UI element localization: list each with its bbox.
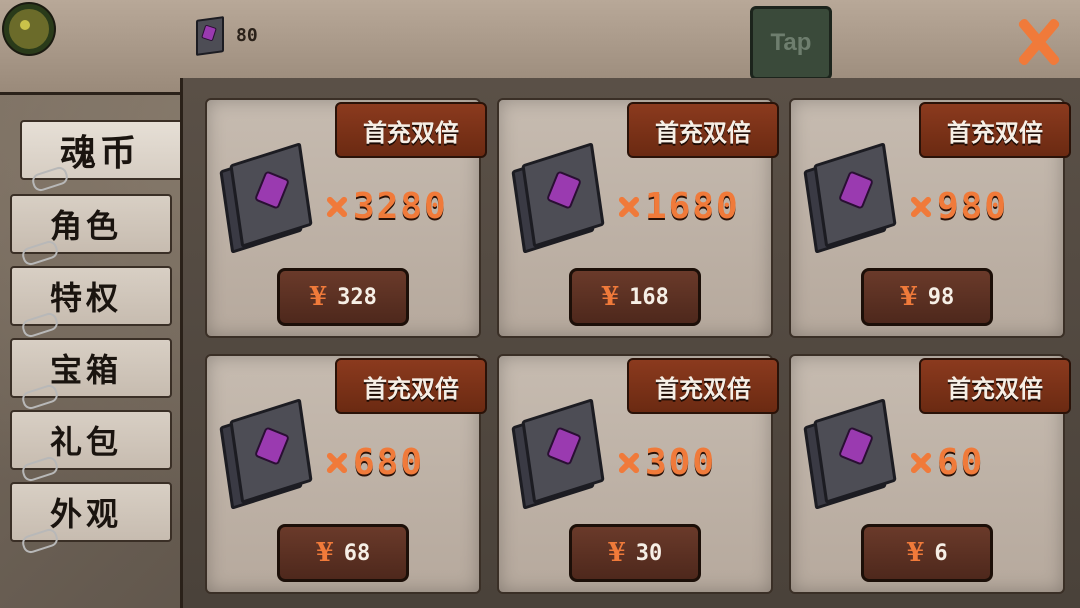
close-icon[interactable]: [1014, 16, 1062, 64]
currency-symbol: ¥: [899, 282, 918, 312]
quantity-value: 980: [937, 186, 1009, 227]
ribbon-text: 首充双倍: [655, 117, 751, 147]
currency-symbol: ¥: [601, 282, 620, 312]
tab-appearance[interactable]: 外观: [10, 482, 172, 556]
soul-book-icon: [219, 142, 313, 254]
ribbon-text: 首充双倍: [947, 117, 1043, 147]
first-purchase-ribbon: 首充双倍: [919, 358, 1071, 414]
tab-label: 魂币: [60, 132, 141, 174]
shop-panel: 首充双倍 3280 ¥ 328 首充双倍 1680 ¥ 168 首充双倍 980…: [180, 78, 1080, 608]
tab-label: 礼包: [50, 423, 123, 461]
shop-item-card[interactable]: 首充双倍 1680 ¥ 168: [497, 98, 779, 338]
tab-label: 宝箱: [50, 351, 123, 389]
ribbon-text: 首充双倍: [947, 373, 1043, 403]
currency-display: 80: [192, 16, 258, 56]
tab-gift-packs[interactable]: 礼包: [10, 410, 172, 484]
tab-privileges[interactable]: 特权: [10, 266, 172, 340]
price-value: 30: [635, 540, 663, 566]
quantity-value: 1680: [645, 186, 740, 227]
price-button[interactable]: ¥ 168: [569, 268, 701, 326]
first-purchase-ribbon: 首充双倍: [627, 358, 779, 414]
currency-count: 80: [236, 24, 258, 46]
paperclip-icon: [20, 454, 60, 484]
soul-book-icon: [511, 142, 605, 254]
price-button[interactable]: ¥ 98: [861, 268, 993, 326]
quantity-value: 60: [937, 442, 985, 483]
price-button[interactable]: ¥ 30: [569, 524, 701, 582]
quantity-value: 680: [353, 442, 425, 483]
quantity-value: 300: [645, 442, 717, 483]
ribbon-text: 首充双倍: [363, 373, 459, 403]
tab-label: 特权: [50, 279, 123, 317]
soul-book-icon: [511, 398, 605, 510]
item-quantity: 980: [909, 186, 1008, 227]
currency-symbol: ¥: [309, 282, 328, 312]
paperclip-icon: [30, 164, 70, 194]
price-value: 168: [629, 284, 669, 310]
currency-symbol: ¥: [607, 538, 626, 568]
tap-button[interactable]: Tap: [750, 6, 832, 80]
tab-characters[interactable]: 角色: [10, 194, 172, 268]
quantity-value: 3280: [353, 186, 448, 227]
item-quantity: 680: [325, 442, 424, 483]
ribbon-text: 首充双倍: [655, 373, 751, 403]
currency-symbol: ¥: [315, 538, 334, 568]
price-button[interactable]: ¥ 328: [277, 268, 409, 326]
shop-item-card[interactable]: 首充双倍 60 ¥ 6: [789, 354, 1071, 594]
tap-label: Tap: [770, 29, 812, 56]
multiply-icon: [909, 196, 931, 218]
paperclip-icon: [20, 238, 60, 268]
first-purchase-ribbon: 首充双倍: [627, 102, 779, 158]
tab-soul-coins[interactable]: 魂币: [20, 120, 188, 194]
price-value: 68: [343, 540, 371, 566]
tab-chests[interactable]: 宝箱: [10, 338, 172, 412]
multiply-icon: [325, 196, 347, 218]
paperclip-icon: [20, 526, 60, 556]
shop-item-card[interactable]: 首充双倍 680 ¥ 68: [205, 354, 487, 594]
paperclip-icon: [20, 382, 60, 412]
first-purchase-ribbon: 首充双倍: [335, 358, 487, 414]
item-quantity: 300: [617, 442, 716, 483]
price-value: 6: [934, 540, 948, 566]
item-quantity: 1680: [617, 186, 740, 227]
ribbon-text: 首充双倍: [363, 117, 459, 147]
shop-item-card[interactable]: 首充双倍 3280 ¥ 328: [205, 98, 487, 338]
item-quantity: 60: [909, 442, 984, 483]
soul-book-icon: [219, 398, 313, 510]
price-value: 98: [927, 284, 955, 310]
soul-book-icon: [192, 16, 224, 56]
multiply-icon: [617, 196, 639, 218]
price-button[interactable]: ¥ 6: [861, 524, 993, 582]
soul-book-icon: [803, 398, 897, 510]
paperclip-icon: [20, 310, 60, 340]
tab-label: 角色: [50, 207, 123, 245]
multiply-icon: [909, 452, 931, 474]
multiply-icon: [617, 452, 639, 474]
tab-label: 外观: [50, 495, 123, 533]
price-value: 328: [337, 284, 377, 310]
multiply-icon: [325, 452, 347, 474]
item-quantity: 3280: [325, 186, 448, 227]
soul-book-icon: [803, 142, 897, 254]
first-purchase-ribbon: 首充双倍: [919, 102, 1071, 158]
currency-symbol: ¥: [906, 538, 925, 568]
first-purchase-ribbon: 首充双倍: [335, 102, 487, 158]
category-sidebar: 魂币 角色 特权 宝箱 礼包 外观: [0, 110, 200, 608]
shop-item-card[interactable]: 首充双倍 300 ¥ 30: [497, 354, 779, 594]
timer-icon: [4, 4, 54, 54]
shop-item-card[interactable]: 首充双倍 980 ¥ 98: [789, 98, 1071, 338]
price-button[interactable]: ¥ 68: [277, 524, 409, 582]
